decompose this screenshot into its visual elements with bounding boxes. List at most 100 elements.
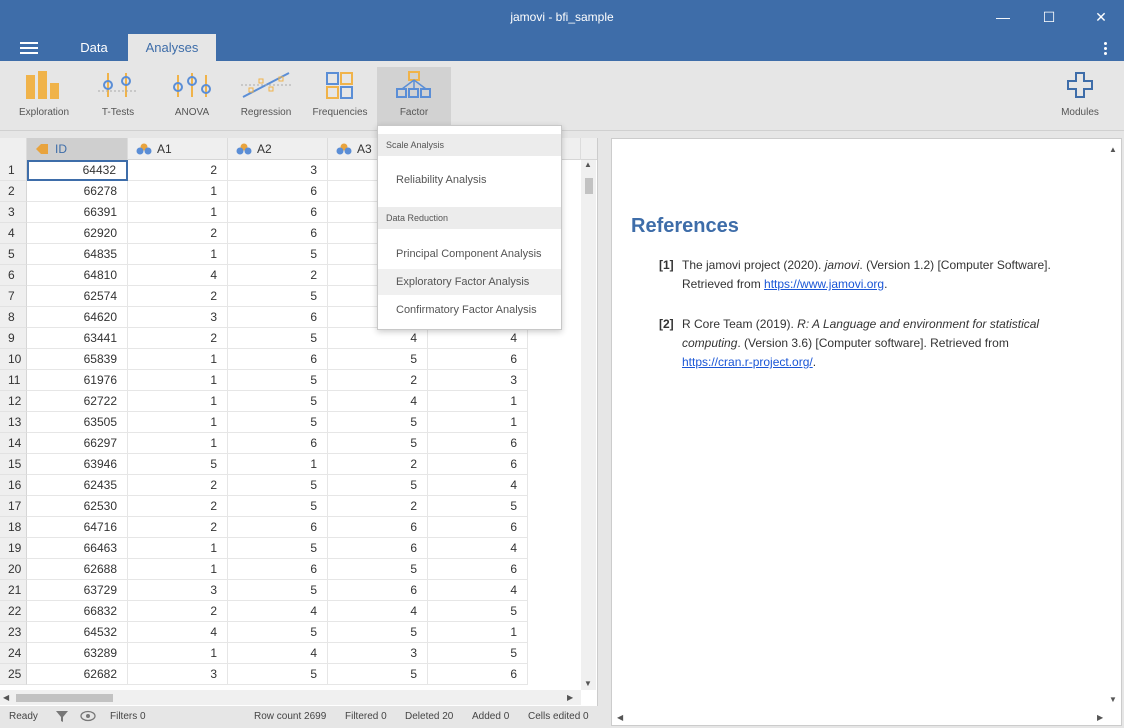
t-tests-button[interactable]: T-Tests (83, 67, 153, 125)
scroll-up-icon[interactable]: ▲ (584, 160, 592, 169)
table-cell[interactable]: 1 (428, 391, 528, 412)
table-cell[interactable]: 66297 (27, 433, 128, 454)
table-cell[interactable]: 64620 (27, 307, 128, 328)
table-cell[interactable]: 3 (428, 370, 528, 391)
table-cell[interactable]: 2 (128, 496, 228, 517)
table-cell[interactable]: 4 (128, 622, 228, 643)
table-cell[interactable]: 64810 (27, 265, 128, 286)
row-number[interactable]: 13 (0, 412, 27, 433)
row-number[interactable]: 1 (0, 160, 27, 181)
table-cell[interactable]: 5 (228, 622, 328, 643)
table-cell[interactable]: 1 (128, 538, 228, 559)
table-cell[interactable]: 2 (128, 223, 228, 244)
table-cell[interactable]: 66278 (27, 181, 128, 202)
table-cell[interactable]: 6 (328, 538, 428, 559)
table-cell[interactable]: 6 (428, 433, 528, 454)
table-cell[interactable]: 1 (128, 370, 228, 391)
table-cell[interactable]: 5 (228, 538, 328, 559)
table-cell[interactable]: 2 (328, 370, 428, 391)
hamburger-menu-icon[interactable] (20, 42, 38, 54)
table-cell[interactable]: 4 (428, 328, 528, 349)
table-cell[interactable]: 6 (228, 433, 328, 454)
table-cell[interactable]: 6 (228, 202, 328, 223)
exploration-button[interactable]: Exploration (9, 67, 79, 125)
table-cell[interactable]: 5 (328, 349, 428, 370)
row-number[interactable]: 7 (0, 286, 27, 307)
corner-cell[interactable] (0, 138, 27, 160)
vertical-scroll-thumb[interactable] (585, 178, 593, 194)
table-cell[interactable]: 64532 (27, 622, 128, 643)
table-cell[interactable]: 2 (128, 517, 228, 538)
table-cell[interactable]: 62688 (27, 559, 128, 580)
table-cell[interactable]: 6 (228, 559, 328, 580)
table-cell[interactable]: 6 (328, 580, 428, 601)
table-cell[interactable]: 5 (328, 559, 428, 580)
table-cell[interactable]: 3 (328, 643, 428, 664)
frequencies-button[interactable]: Frequencies (305, 67, 375, 125)
minimize-button[interactable]: — (980, 0, 1026, 34)
table-cell[interactable]: 1 (128, 412, 228, 433)
table-cell[interactable]: 2 (128, 475, 228, 496)
table-cell[interactable]: 1 (128, 202, 228, 223)
table-cell[interactable]: 63505 (27, 412, 128, 433)
table-cell[interactable]: 62574 (27, 286, 128, 307)
table-cell[interactable]: 66391 (27, 202, 128, 223)
row-number[interactable]: 21 (0, 580, 27, 601)
close-button[interactable]: ✕ (1078, 0, 1124, 34)
anova-button[interactable]: ANOVA (157, 67, 227, 125)
table-cell[interactable]: 5 (228, 286, 328, 307)
table-cell[interactable]: 1 (428, 412, 528, 433)
results-scroll-right-icon[interactable]: ▶ (1097, 713, 1103, 722)
table-cell[interactable]: 5 (228, 496, 328, 517)
results-scroll-up-icon[interactable]: ▲ (1109, 145, 1117, 154)
table-cell[interactable]: 61976 (27, 370, 128, 391)
table-cell[interactable]: 4 (328, 601, 428, 622)
table-cell[interactable]: 6 (328, 517, 428, 538)
tab-data[interactable]: Data (66, 34, 122, 61)
row-number[interactable]: 11 (0, 370, 27, 391)
row-number[interactable]: 20 (0, 559, 27, 580)
table-cell[interactable]: 1 (128, 391, 228, 412)
table-cell[interactable]: 3 (128, 664, 228, 685)
table-cell[interactable]: 4 (428, 538, 528, 559)
table-cell[interactable]: 5 (428, 601, 528, 622)
table-cell[interactable]: 5 (228, 664, 328, 685)
row-number[interactable]: 6 (0, 265, 27, 286)
table-cell[interactable]: 4 (228, 601, 328, 622)
table-cell[interactable]: 2 (328, 496, 428, 517)
table-cell[interactable]: 1 (128, 349, 228, 370)
selected-cell[interactable]: 64432 (27, 160, 128, 181)
row-number[interactable]: 24 (0, 643, 27, 664)
reference-link[interactable]: https://www.jamovi.org (764, 277, 884, 291)
results-panel[interactable]: References [1] The jamovi project (2020)… (611, 138, 1122, 726)
table-cell[interactable]: 1 (128, 559, 228, 580)
horizontal-scroll-thumb[interactable] (16, 694, 113, 702)
table-cell[interactable]: 6 (228, 517, 328, 538)
factor-button[interactable]: Factor (377, 67, 451, 131)
row-number[interactable]: 4 (0, 223, 27, 244)
table-cell[interactable]: 63729 (27, 580, 128, 601)
table-cell[interactable]: 4 (428, 580, 528, 601)
menu-item-exploratory-factor-analysis[interactable]: Exploratory Factor Analysis (378, 269, 561, 295)
table-cell[interactable]: 2 (328, 454, 428, 475)
table-cell[interactable]: 5 (228, 244, 328, 265)
table-cell[interactable]: 5 (228, 370, 328, 391)
column-header-a2[interactable]: A2 (228, 138, 328, 160)
table-cell[interactable]: 6 (228, 181, 328, 202)
table-cell[interactable]: 6 (428, 349, 528, 370)
vertical-scrollbar[interactable]: ▲ ▼ (581, 160, 596, 690)
column-header-id[interactable]: ID (27, 138, 128, 160)
table-cell[interactable]: 6 (428, 559, 528, 580)
table-cell[interactable]: 5 (228, 391, 328, 412)
row-number[interactable]: 17 (0, 496, 27, 517)
table-cell[interactable]: 5 (428, 643, 528, 664)
table-cell[interactable]: 6 (228, 307, 328, 328)
table-cell[interactable]: 6 (228, 349, 328, 370)
table-cell[interactable]: 3 (128, 580, 228, 601)
regression-button[interactable]: Regression (231, 67, 301, 125)
maximize-button[interactable]: ☐ (1026, 0, 1072, 34)
table-cell[interactable]: 62530 (27, 496, 128, 517)
row-number[interactable]: 18 (0, 517, 27, 538)
table-cell[interactable]: 63946 (27, 454, 128, 475)
table-cell[interactable]: 5 (228, 475, 328, 496)
